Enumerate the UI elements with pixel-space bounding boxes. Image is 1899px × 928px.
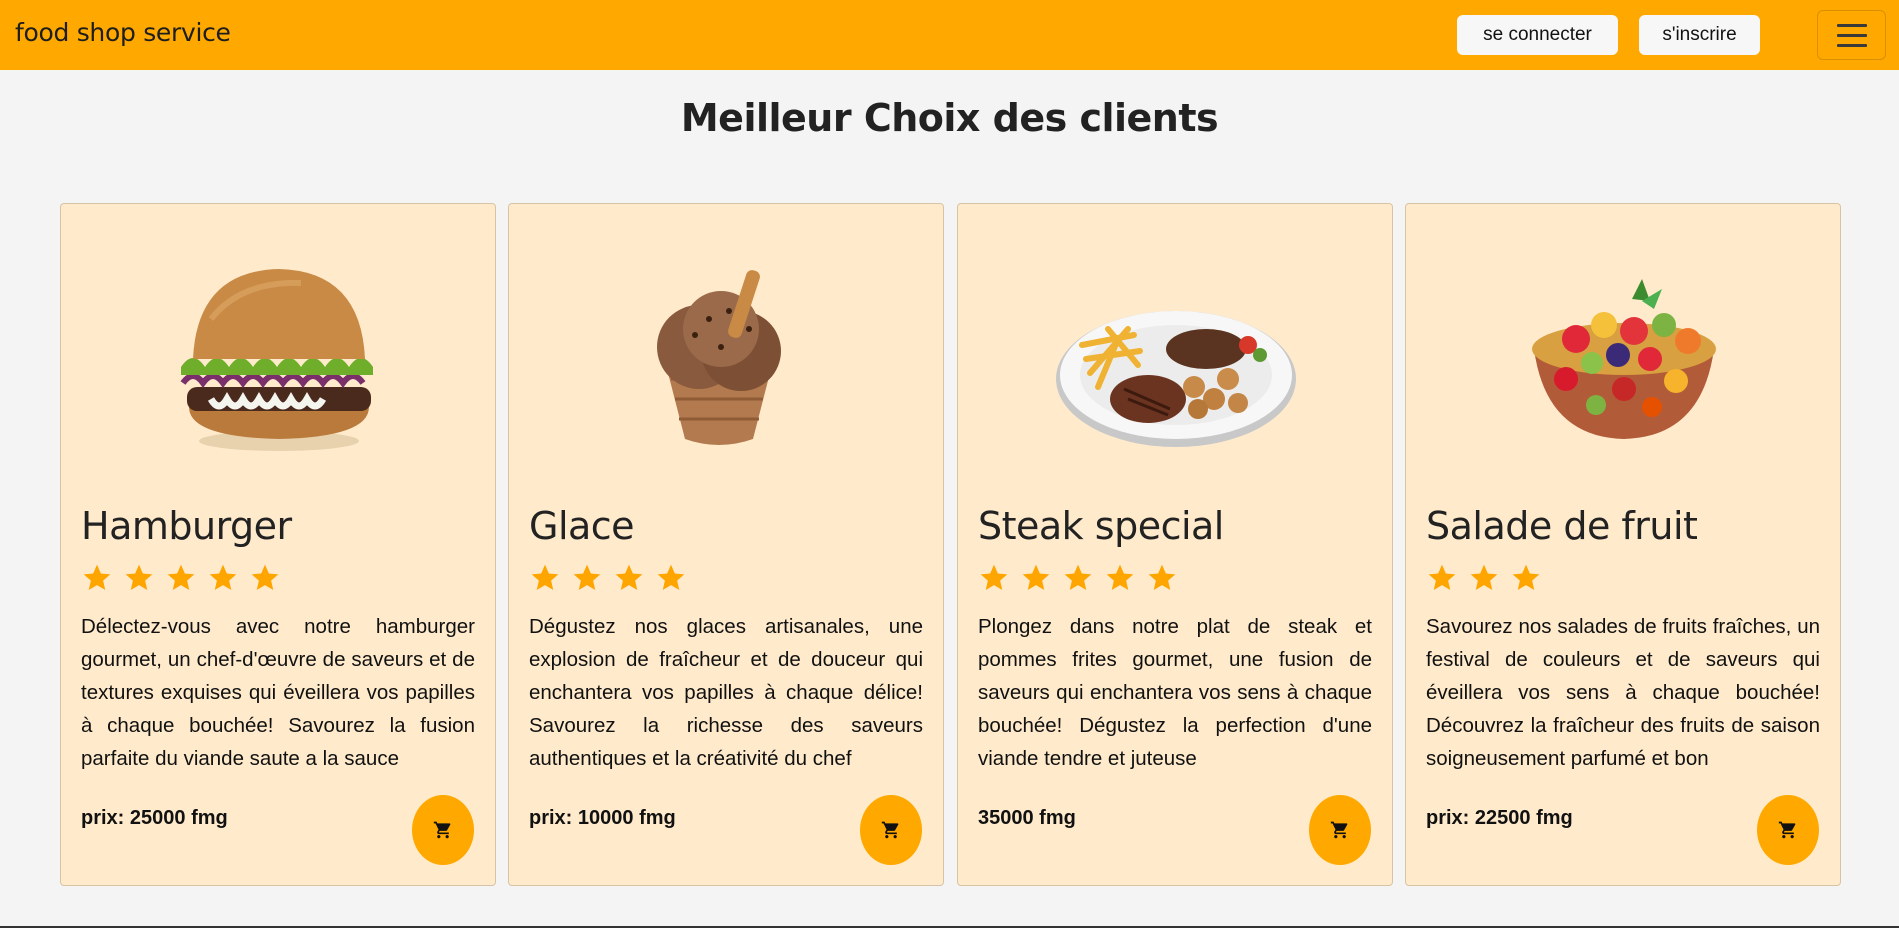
star-icon bbox=[209, 564, 237, 590]
rating-stars bbox=[978, 562, 1183, 596]
product-card-salade: Salade de fruit Savourez nos salades de … bbox=[1405, 203, 1841, 886]
star-icon bbox=[657, 564, 685, 590]
menu-bar bbox=[1837, 34, 1867, 37]
rating-stars bbox=[1426, 562, 1547, 596]
product-description: Dégustez nos glaces artisanales, une exp… bbox=[529, 615, 923, 770]
rating-stars bbox=[529, 562, 692, 596]
product-price: prix: 25000 fmg bbox=[81, 807, 228, 829]
brand-logo-text[interactable]: food shop service bbox=[15, 18, 231, 47]
star-icon bbox=[1428, 564, 1456, 590]
hamburger-image bbox=[61, 259, 497, 459]
star-icon bbox=[167, 564, 195, 590]
product-price: prix: 10000 fmg bbox=[529, 807, 676, 829]
star-icon bbox=[1470, 564, 1498, 590]
hamburger-menu-icon[interactable] bbox=[1817, 10, 1886, 60]
steak-plate-image bbox=[958, 259, 1394, 459]
fruit-salad-image bbox=[1406, 259, 1842, 459]
star-icon bbox=[1022, 564, 1050, 590]
cart-icon bbox=[1778, 821, 1796, 839]
star-icon bbox=[573, 564, 601, 590]
product-price: 35000 fmg bbox=[978, 807, 1076, 829]
add-to-cart-button[interactable] bbox=[1309, 795, 1371, 865]
signup-button[interactable]: s'inscrire bbox=[1639, 15, 1760, 55]
product-title: Glace bbox=[529, 504, 635, 548]
star-icon bbox=[1064, 564, 1092, 590]
rating-stars bbox=[81, 562, 286, 596]
product-title: Steak special bbox=[978, 504, 1224, 548]
cart-icon bbox=[1330, 821, 1348, 839]
product-description: Savourez nos salades de fruits fraîches,… bbox=[1426, 615, 1820, 770]
product-title: Salade de fruit bbox=[1426, 504, 1698, 548]
login-button[interactable]: se connecter bbox=[1457, 15, 1618, 55]
star-icon bbox=[615, 564, 643, 590]
menu-bar bbox=[1837, 24, 1867, 27]
cart-icon bbox=[881, 821, 899, 839]
product-card-glace: Glace Dégustez nos glaces artisanales, u… bbox=[508, 203, 944, 886]
product-price: prix: 22500 fmg bbox=[1426, 807, 1573, 829]
star-icon bbox=[83, 564, 111, 590]
product-description: Délectez-vous avec notre hamburger gourm… bbox=[81, 615, 475, 770]
ice-cream-image bbox=[509, 259, 945, 459]
section-title: Meilleur Choix des clients bbox=[680, 96, 1219, 140]
product-title: Hamburger bbox=[81, 504, 292, 548]
add-to-cart-button[interactable] bbox=[412, 795, 474, 865]
add-to-cart-button[interactable] bbox=[1757, 795, 1819, 865]
star-icon bbox=[1512, 564, 1540, 590]
product-card-steak: Steak special Plongez dans notre plat de… bbox=[957, 203, 1393, 886]
product-description: Plongez dans notre plat de steak et pomm… bbox=[978, 615, 1372, 770]
star-icon bbox=[125, 564, 153, 590]
star-icon bbox=[1106, 564, 1134, 590]
star-icon bbox=[531, 564, 559, 590]
add-to-cart-button[interactable] bbox=[860, 795, 922, 865]
product-card-hamburger: Hamburger Délectez-vous avec notre hambu… bbox=[60, 203, 496, 886]
star-icon bbox=[252, 564, 279, 590]
star-icon bbox=[980, 564, 1008, 590]
cart-icon bbox=[433, 821, 451, 839]
star-icon bbox=[1149, 564, 1176, 590]
navbar: food shop service se connecter s'inscrir… bbox=[0, 0, 1899, 70]
menu-bar bbox=[1837, 44, 1867, 47]
